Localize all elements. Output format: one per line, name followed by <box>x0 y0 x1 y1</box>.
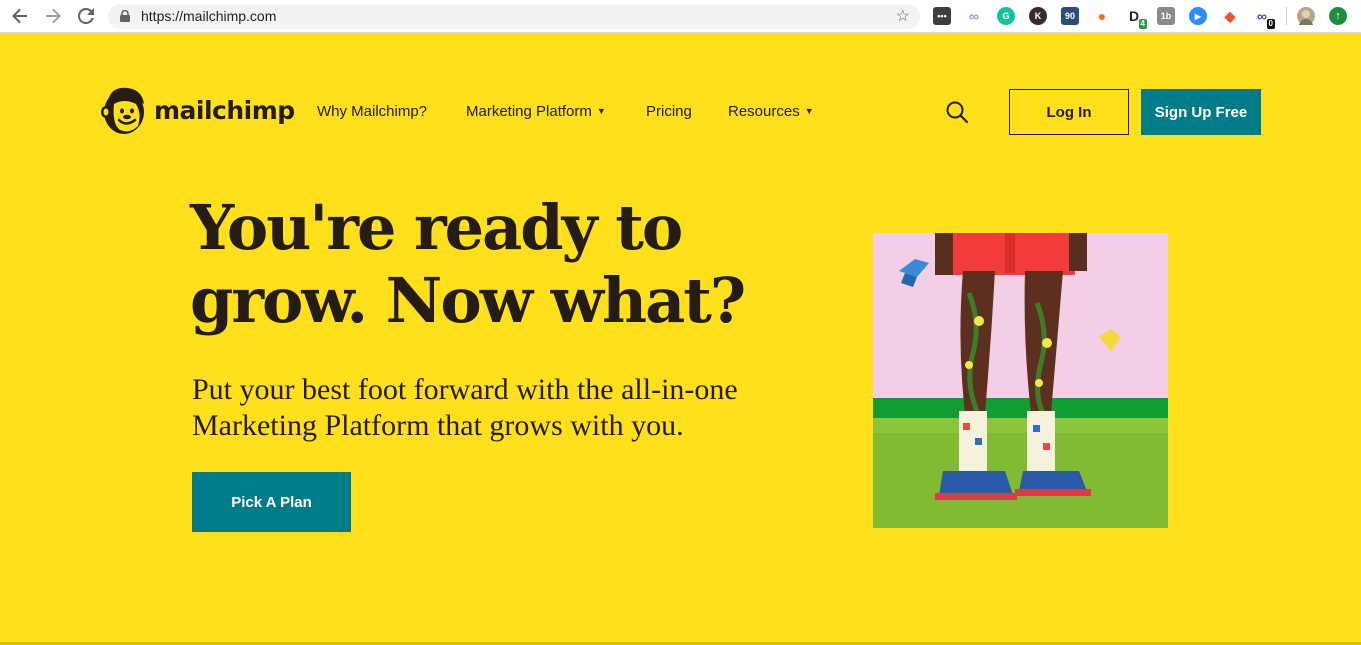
hero-image <box>873 233 1168 528</box>
person-icon <box>1299 10 1313 25</box>
browser-toolbar: https://mailchimp.com ☆ ••• ∞ G K 90 ● D… <box>0 0 1361 33</box>
arrow-right-icon <box>46 8 61 24</box>
hero-subhead: Put your best foot forward with the all-… <box>192 373 738 442</box>
address-bar[interactable]: https://mailchimp.com ☆ <box>108 4 920 29</box>
nav-label: Marketing Platform <box>466 103 592 120</box>
chain-extension-badge: 0 <box>1266 19 1275 29</box>
sign-up-free-button[interactable]: Sign Up Free <box>1141 89 1261 135</box>
arrow-up-circle-icon[interactable]: ↑ <box>1329 7 1347 25</box>
url-text: https://mailchimp.com <box>141 8 277 24</box>
fox-extension-icon[interactable]: ◆ <box>1221 7 1239 25</box>
nav-label: Resources <box>728 103 800 120</box>
brand-wordmark: mailchimp <box>154 95 295 125</box>
mailchimp-page: mailchimp Why Mailchimp? Marketing Platf… <box>0 34 1361 645</box>
reload-icon <box>78 8 94 24</box>
k-extension-icon[interactable]: K <box>1029 7 1047 25</box>
reddit-extension-icon[interactable]: ● <box>1093 7 1111 25</box>
forward-button[interactable] <box>41 4 65 28</box>
chevron-down-icon: ▼ <box>804 106 814 116</box>
reload-button[interactable] <box>74 4 98 28</box>
nav-resources[interactable]: Resources ▼ <box>728 103 814 120</box>
star-icon[interactable]: ☆ <box>896 6 910 26</box>
nav-why-mailchimp[interactable]: Why Mailchimp? <box>317 103 427 120</box>
zoom-extension-icon[interactable]: ▶ <box>1189 7 1207 25</box>
lock-icon <box>120 10 130 22</box>
hero-headline: You're ready to grow. Now what? <box>190 191 746 338</box>
mailchimp-logo[interactable]: mailchimp <box>100 84 295 136</box>
freddie-monkey-icon <box>101 87 144 134</box>
back-button[interactable] <box>8 4 32 28</box>
legs-with-flowers-illustration <box>873 233 1168 528</box>
d-extension-badge: 4 <box>1138 19 1147 29</box>
chain-extension-icon[interactable]: ∞ 0 <box>1253 7 1275 29</box>
nav-pricing[interactable]: Pricing <box>646 103 692 120</box>
log-in-button[interactable]: Log In <box>1009 89 1129 135</box>
profile-avatar[interactable] <box>1297 7 1315 25</box>
search-icon[interactable] <box>945 100 969 124</box>
toolbar-divider <box>1286 7 1287 25</box>
arrow-left-icon <box>12 8 27 24</box>
nav-label: Pricing <box>646 103 692 120</box>
onetab-extension-icon[interactable]: 1b <box>1157 7 1175 25</box>
d-extension-icon[interactable]: D4 <box>1125 7 1147 29</box>
nav-marketing-platform[interactable]: Marketing Platform ▼ <box>466 103 606 120</box>
ninety-extension-icon[interactable]: 90 <box>1061 7 1079 25</box>
chevron-down-icon: ▼ <box>596 106 606 116</box>
nav-label: Why Mailchimp? <box>317 103 428 120</box>
dots-extension-icon[interactable]: ••• <box>933 7 951 25</box>
pick-a-plan-button[interactable]: Pick A Plan <box>192 472 351 532</box>
grammarly-extension-icon[interactable]: G <box>997 7 1015 25</box>
link-extension-icon[interactable]: ∞ <box>965 7 983 25</box>
